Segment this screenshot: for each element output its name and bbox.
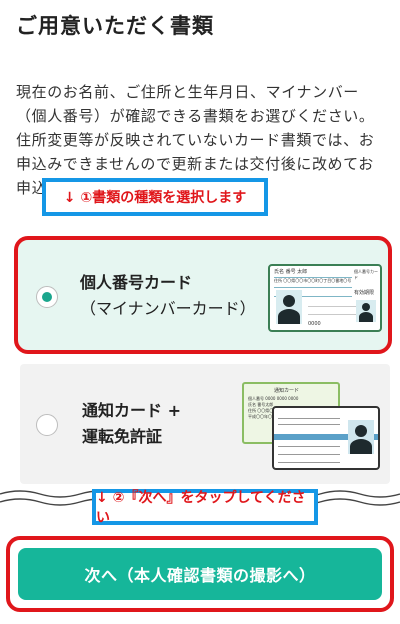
option-notice-main: 通知カード +	[82, 401, 181, 420]
card-type: 個人番号カード	[354, 269, 378, 280]
next-button-highlight: 次へ（本人確認書類の撮影へ）	[6, 536, 394, 612]
notice-name-label: 氏名	[248, 402, 256, 407]
radio-notice-license[interactable]	[36, 414, 58, 436]
card-line	[278, 462, 340, 463]
option-notice-sub: 運転免許証	[82, 427, 163, 446]
photo-body	[278, 309, 300, 324]
card-line	[278, 424, 340, 425]
card-line	[278, 418, 340, 419]
option-notice-license[interactable]: 通知カード + 運転免許証 通知カード 個人番号 0000 0000 0000 …	[20, 364, 390, 484]
option-mynumber-sub: （マイナンバーカード）	[80, 299, 256, 318]
card-number: 0000	[308, 321, 321, 327]
card-name: 氏名 番号 太郎	[274, 269, 308, 275]
card-small-photo	[356, 300, 376, 322]
card-line	[274, 287, 352, 288]
notice-address-label: 住所	[248, 408, 256, 413]
notice-name: 番号太郎	[257, 402, 274, 407]
photo-head	[362, 303, 370, 311]
card-photo	[276, 290, 302, 324]
card-address: 住所 〇〇県〇〇市〇〇町〇丁目〇番地〇号	[274, 279, 352, 284]
notice-title: 通知カード	[274, 388, 300, 394]
card-line	[278, 446, 340, 447]
card-line	[274, 277, 352, 278]
description-line-1: 現在のお名前、ご住所と生年月日、マイナンバー（個人番号）が確認できる書類をお選び…	[16, 83, 375, 125]
card-line	[278, 454, 340, 455]
photo-head	[283, 295, 295, 307]
option-notice-label: 通知カード + 運転免許証	[82, 398, 181, 450]
radio-mynumber-selected[interactable]	[36, 286, 58, 308]
photo-head	[355, 425, 367, 437]
notice-number: 0000 0000 0000	[265, 396, 299, 401]
option-mynumber-card[interactable]: 個人番号カード （マイナンバーカード） 氏名 番号 太郎 個人番号カード 住所 …	[14, 236, 392, 354]
photo-body	[350, 439, 372, 454]
option-mynumber-main: 個人番号カード	[80, 273, 193, 292]
license-photo	[348, 420, 374, 454]
step2-annotation: ↓ ②『次へ』をタップしてください	[92, 489, 318, 526]
page-title: ご用意いただく書類	[16, 14, 214, 38]
notice-number-label: 個人番号	[248, 396, 264, 401]
next-button[interactable]: 次へ（本人確認書類の撮影へ）	[18, 548, 382, 600]
step1-annotation: ↓ ①書類の種類を選択します	[42, 178, 268, 216]
card-expiry: 有効期限	[354, 290, 375, 296]
license-card-image	[272, 406, 380, 470]
mynumber-card-image: 氏名 番号 太郎 個人番号カード 住所 〇〇県〇〇市〇〇町〇丁目〇番地〇号 有効…	[268, 264, 382, 332]
photo-body	[359, 312, 373, 322]
option-mynumber-label: 個人番号カード （マイナンバーカード）	[80, 270, 256, 322]
